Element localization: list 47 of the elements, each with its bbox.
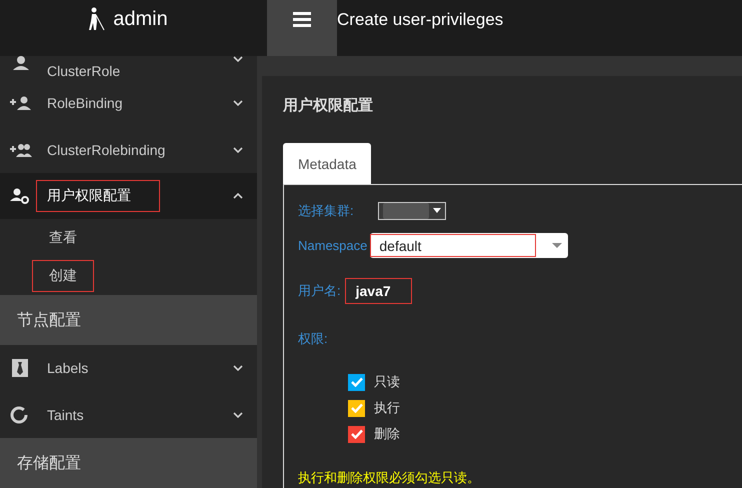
item-label: ClusterRole xyxy=(46,62,122,81)
brand-title: admin xyxy=(113,8,168,30)
select-value: default xyxy=(370,234,536,256)
walking-person-icon xyxy=(89,7,106,31)
field-label: 选择集群: xyxy=(298,202,354,220)
menu-icon xyxy=(293,11,311,27)
chevron-icon xyxy=(233,193,243,200)
sidebar-item[interactable]: Taints xyxy=(0,392,257,438)
sidebar-item[interactable]: 用户权限配置 xyxy=(0,172,257,220)
section-title: 存储配置 xyxy=(17,454,81,474)
chevron-icon xyxy=(233,412,243,418)
page-title: Create user-privileges xyxy=(337,9,504,31)
field-label: Namespace xyxy=(298,238,368,252)
checkbox[interactable] xyxy=(348,374,365,390)
sidebar-item[interactable]: ClusterRole xyxy=(0,56,257,80)
namespace-select[interactable]: default xyxy=(370,232,568,258)
username-field[interactable]: java7 xyxy=(344,278,412,304)
sidebar-item[interactable]: ClusterRolebinding xyxy=(0,126,257,173)
item-label: RoleBinding xyxy=(46,94,124,114)
sidebar-item[interactable]: Labels xyxy=(0,345,257,392)
item-label: 用户权限配置 xyxy=(36,180,160,212)
person-gear-icon xyxy=(10,188,32,204)
chevron-icon xyxy=(233,365,243,372)
checkbox-label: 只读 xyxy=(374,373,400,391)
chevron-icon xyxy=(233,56,243,62)
add-person-icon xyxy=(10,96,32,110)
checkbox-label: 删除 xyxy=(374,425,400,443)
add-people-icon xyxy=(10,142,32,157)
panel-title: 用户权限配置 xyxy=(283,96,374,116)
checkbox-label: 执行 xyxy=(374,399,400,417)
menu-button[interactable] xyxy=(267,0,337,56)
chevron-icon xyxy=(233,100,243,106)
item-label: Taints xyxy=(46,406,85,425)
cluster-select[interactable] xyxy=(378,202,446,220)
chevron-icon xyxy=(233,146,243,153)
sidebar-subitem[interactable]: 查看 xyxy=(32,222,94,254)
item-label: Labels xyxy=(46,359,90,378)
item-label: ClusterRolebinding xyxy=(46,140,166,160)
tab[interactable]: Metadata xyxy=(283,143,372,184)
checkbox[interactable] xyxy=(348,400,365,416)
field-label: 权限: xyxy=(298,330,328,348)
checkbox[interactable] xyxy=(348,426,365,442)
section-title: 节点配置 xyxy=(17,310,81,331)
sidebar-item[interactable]: RoleBinding xyxy=(0,80,257,126)
sidebar-subitem[interactable]: 创建 xyxy=(32,260,94,292)
notice-text: 执行和删除权限必须勾选只读。 xyxy=(298,469,481,487)
field-label: 用户名: xyxy=(298,282,341,300)
